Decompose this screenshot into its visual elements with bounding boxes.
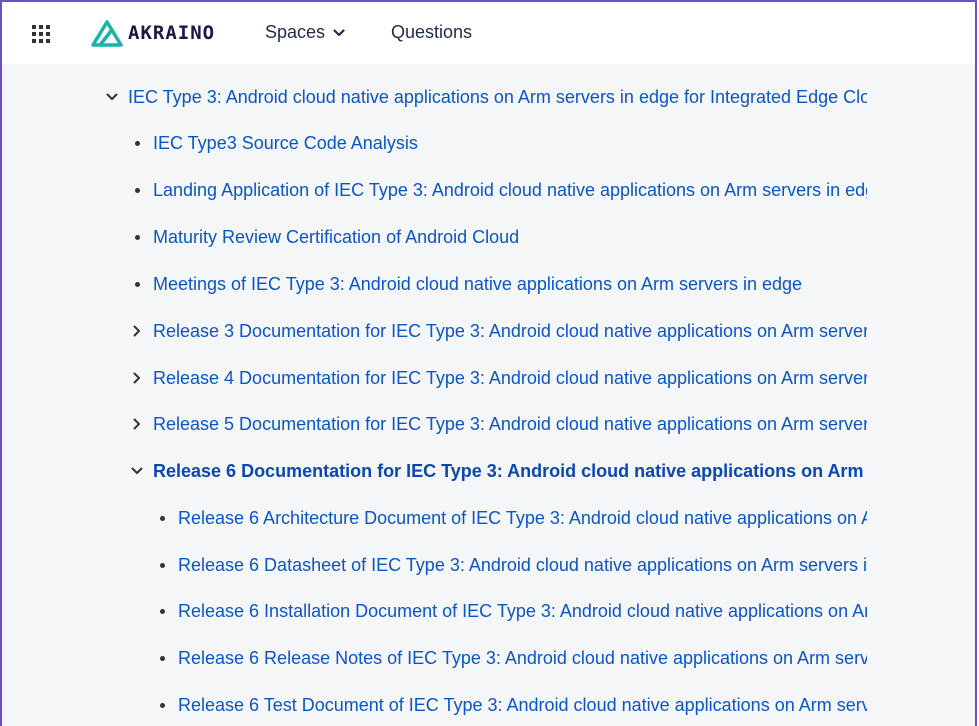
tree-item-label[interactable]: Release 5 Documentation for IEC Type 3: … — [153, 414, 867, 435]
tree-subitem[interactable]: Release 6 Installation Document of IEC T… — [152, 596, 867, 626]
tree-root-item[interactable]: IEC Type 3: Android cloud native applica… — [102, 82, 867, 112]
akraino-logo-mark-icon — [91, 20, 123, 47]
chevron-down-icon[interactable] — [127, 467, 147, 475]
bullet-icon — [127, 281, 147, 287]
tree-item[interactable]: Release 4 Documentation for IEC Type 3: … — [127, 363, 867, 393]
tree-item-label[interactable]: Maturity Review Certification of Android… — [153, 227, 519, 248]
bullet-icon — [152, 562, 172, 568]
tree-item-label[interactable]: Release 6 Release Notes of IEC Type 3: A… — [178, 648, 867, 669]
tree-item-label[interactable]: Release 6 Datasheet of IEC Type 3: Andro… — [178, 555, 867, 576]
tree-item-label[interactable]: Release 6 Installation Document of IEC T… — [178, 601, 867, 622]
nav-questions-label: Questions — [391, 22, 473, 42]
top-nav-bar: AKRAINO Spaces Questions — [2, 2, 975, 65]
tree-subitem[interactable]: Release 6 Architecture Document of IEC T… — [152, 503, 867, 533]
tree-item[interactable]: IEC Type3 Source Code Analysis — [127, 128, 418, 158]
tree-subitem[interactable]: Release 6 Release Notes of IEC Type 3: A… — [152, 643, 867, 673]
tree-item[interactable]: Landing Application of IEC Type 3: Andro… — [127, 175, 867, 205]
tree-item-label[interactable]: Release 3 Documentation for IEC Type 3: … — [153, 321, 867, 342]
tree-item[interactable]: Release 5 Documentation for IEC Type 3: … — [127, 409, 867, 439]
app-switcher-icon[interactable] — [32, 25, 50, 43]
nav-spaces-menu[interactable]: Spaces — [265, 22, 345, 43]
page-tree: IEC Type 3: Android cloud native applica… — [2, 64, 867, 726]
tree-item[interactable]: Release 3 Documentation for IEC Type 3: … — [127, 316, 867, 346]
akraino-logo[interactable]: AKRAINO — [90, 18, 215, 48]
tree-item-label[interactable]: IEC Type 3: Android cloud native applica… — [128, 87, 867, 108]
brand-name: AKRAINO — [128, 22, 216, 44]
tree-item[interactable]: Meetings of IEC Type 3: Android cloud na… — [127, 269, 802, 299]
tree-item-label[interactable]: Release 6 Documentation for IEC Type 3: … — [153, 461, 867, 482]
tree-item-current[interactable]: Release 6 Documentation for IEC Type 3: … — [127, 456, 867, 486]
bullet-icon — [152, 515, 172, 521]
nav-questions-link[interactable]: Questions — [391, 22, 472, 43]
chevron-down-icon — [333, 28, 345, 36]
bullet-icon — [127, 234, 147, 240]
bullet-icon — [152, 608, 172, 614]
nav-spaces-label: Spaces — [265, 22, 326, 42]
tree-item-label[interactable]: Release 4 Documentation for IEC Type 3: … — [153, 368, 867, 389]
tree-subitem[interactable]: Release 6 Datasheet of IEC Type 3: Andro… — [152, 550, 867, 580]
tree-item[interactable]: Maturity Review Certification of Android… — [127, 222, 519, 252]
bullet-icon — [152, 702, 172, 708]
bullet-icon — [152, 655, 172, 661]
tree-item-label[interactable]: Landing Application of IEC Type 3: Andro… — [153, 180, 867, 201]
chevron-right-icon[interactable] — [127, 325, 147, 337]
tree-item-label[interactable]: Release 6 Architecture Document of IEC T… — [178, 508, 867, 529]
bullet-icon — [127, 140, 147, 146]
tree-item-label[interactable]: IEC Type3 Source Code Analysis — [153, 133, 418, 154]
tree-item-label[interactable]: Release 6 Test Document of IEC Type 3: A… — [178, 695, 867, 716]
tree-item-label[interactable]: Meetings of IEC Type 3: Android cloud na… — [153, 274, 802, 295]
tree-subitem[interactable]: Release 6 Test Document of IEC Type 3: A… — [152, 690, 867, 720]
bullet-icon — [127, 187, 147, 193]
chevron-down-icon[interactable] — [102, 93, 122, 101]
chevron-right-icon[interactable] — [127, 372, 147, 384]
page-tree-panel: IEC Type 3: Android cloud native applica… — [2, 64, 975, 726]
chevron-right-icon[interactable] — [127, 418, 147, 430]
